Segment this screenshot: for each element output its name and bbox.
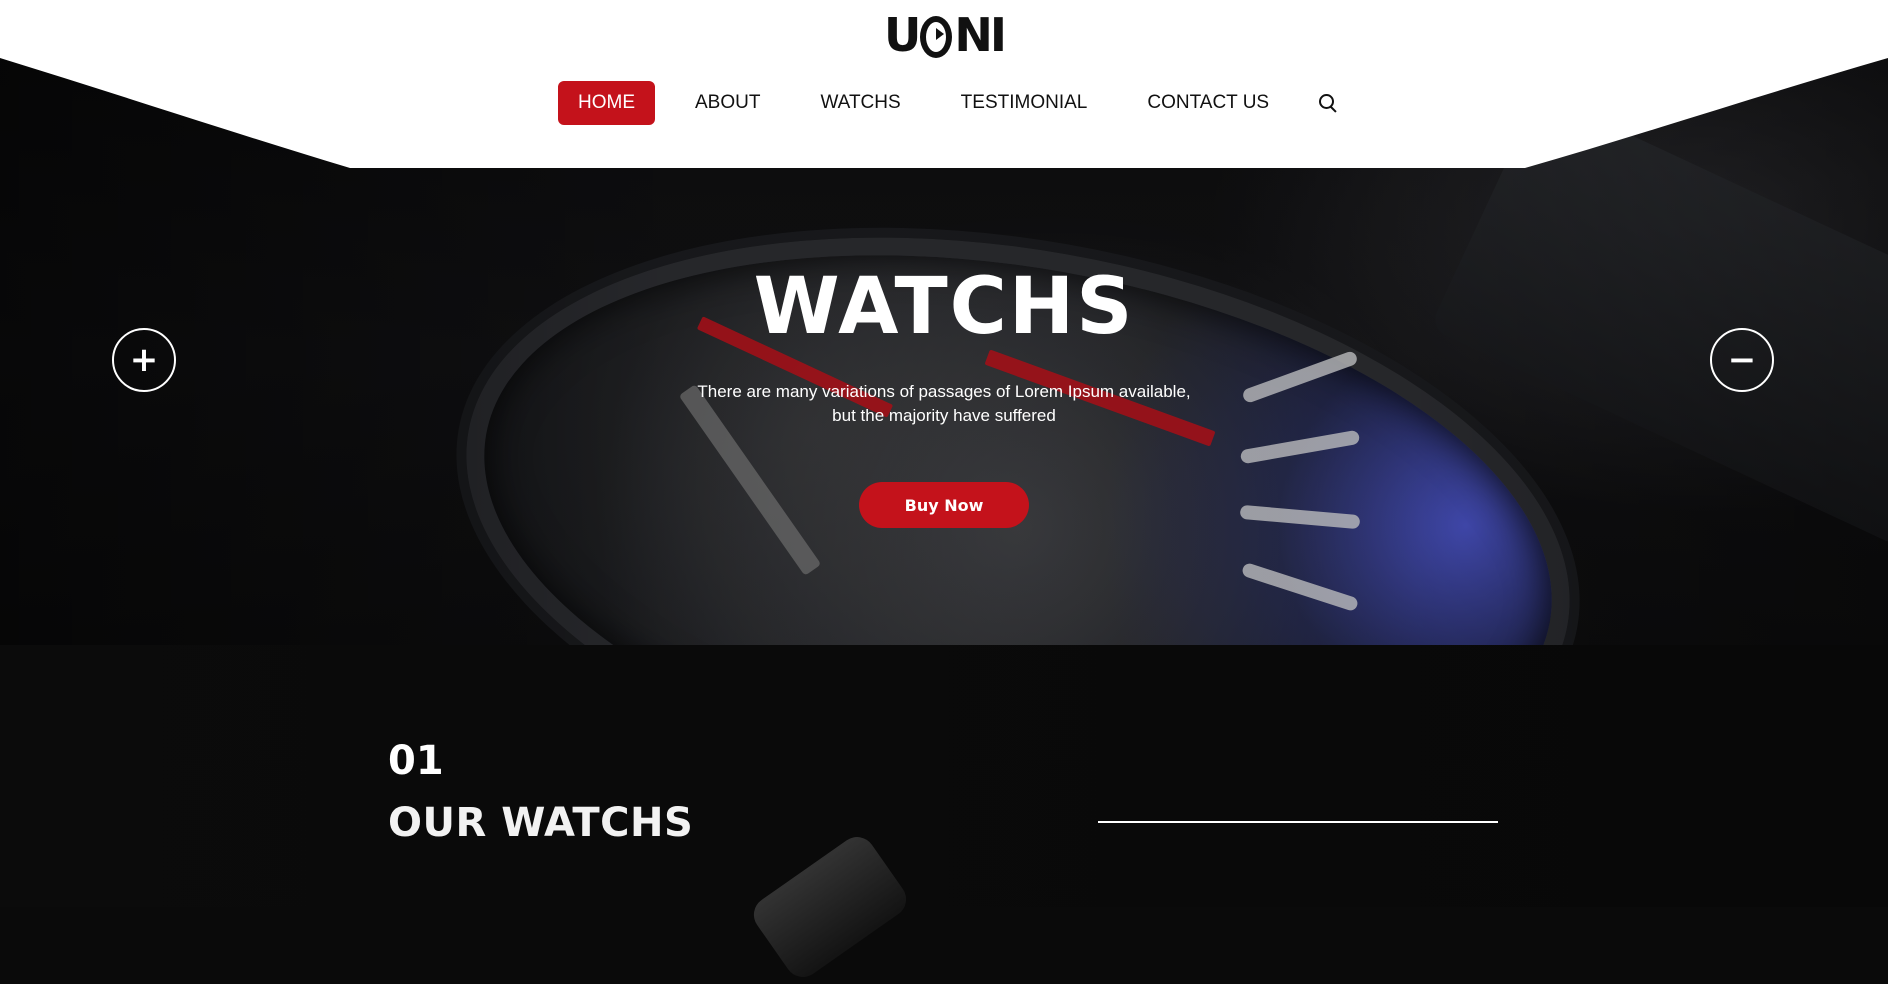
logo[interactable]: U NI	[884, 8, 1007, 62]
hero-content: WATCHS There are many variations of pass…	[0, 268, 1888, 528]
our-watchs-section	[0, 645, 1888, 907]
hero-subtitle: There are many variations of passages of…	[697, 382, 1191, 425]
search-icon[interactable]	[1317, 92, 1339, 114]
section-number: 01	[388, 738, 444, 784]
nav-about[interactable]: ABOUT	[675, 81, 780, 125]
buy-now-button[interactable]: Buy Now	[859, 482, 1029, 528]
nav-contact-us[interactable]: CONTACT US	[1127, 81, 1289, 125]
section-title: OUR WATCHS	[388, 800, 694, 846]
logo-u: U	[884, 8, 921, 62]
nav-home[interactable]: HOME	[558, 81, 655, 125]
site-header: U NI HOME ABOUT WATCHS TESTIMONIAL CONTAC…	[0, 0, 1888, 168]
logo-clock-icon	[920, 16, 953, 58]
logo-ni: NI	[954, 8, 1007, 62]
nav-watchs[interactable]: WATCHS	[800, 81, 920, 125]
nav-testimonial[interactable]: TESTIMONIAL	[941, 81, 1108, 125]
hero-title: WATCHS	[753, 262, 1135, 352]
section-divider	[1098, 821, 1498, 823]
main-nav: HOME ABOUT WATCHS TESTIMONIAL CONTACT US	[558, 81, 1339, 125]
